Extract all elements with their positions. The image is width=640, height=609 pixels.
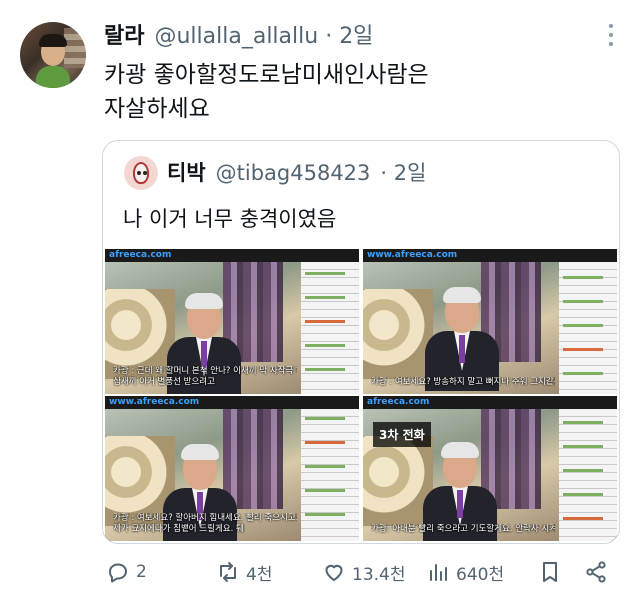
streamer-figure (425, 287, 499, 391)
stream-logo: www.afreeca.com (367, 250, 458, 260)
caption-line: 카광: 아내분 빨리 죽으라고 기도할게요. 안락사 시켜 드릴까요? (371, 524, 555, 534)
tweet-text-line: 카광 좋아할정도로남미새인사람은 (104, 62, 429, 88)
stream-logo: afreeca.com (367, 397, 430, 407)
subtitle-caption: 카광: 아내분 빨리 죽으라고 기도할게요. 안락사 시켜 드릴까요? (371, 524, 555, 535)
caption-line: 카광 : 여보세요? 방송하지 말고 뻐지나 주워 그지같은 새끼야 충갈은 새… (371, 377, 555, 387)
author-handle-text: @ullalla_allallu (154, 24, 319, 49)
quoted-author-handle: @tibag458423 (215, 161, 371, 185)
avatar-shirt (36, 66, 70, 88)
bookmark-icon (543, 562, 557, 582)
repost-count: 4천 (246, 564, 273, 585)
reply-button[interactable]: 2 (106, 554, 147, 590)
chat-panel (301, 262, 359, 394)
reply-icon (109, 563, 127, 583)
subtitle-caption: 카광 : 여보세요? 방송하지 말고 뻐지나 주워 그지같은 새끼야 충갈은 새… (371, 377, 555, 388)
like-button[interactable]: 13.4천 (322, 554, 406, 590)
more-icon[interactable] (606, 24, 616, 46)
like-icon (325, 564, 343, 581)
streamer-figure (423, 442, 497, 541)
action-bar: 2 4천 13.4천 640천 (100, 554, 620, 590)
caption-line: 십새끼 이거 별풍선 받으려고 (113, 377, 215, 387)
author-avatar[interactable] (20, 22, 86, 88)
tweet-time[interactable]: · 2일 (325, 24, 373, 49)
quoted-time: · 2일 (380, 161, 427, 185)
quoted-header: 티박 @tibag458423 · 2일 (167, 157, 426, 187)
call-badge: 3차 전화 (373, 422, 431, 447)
tweet-text: 카광 좋아할정도로남미새인사람은 자살하세요 (104, 58, 604, 126)
quoted-author-name: 티박 (167, 161, 206, 185)
quoted-tweet[interactable]: 티박 @tibag458423 · 2일 나 이거 너무 충격이였음 afree… (102, 140, 620, 544)
tweet-text-line: 자살하세요 (104, 96, 210, 122)
avatar-background (64, 28, 86, 68)
views-icon (430, 564, 447, 581)
tweet-header: 랄라 @ullalla_allallu · 2일 (104, 18, 600, 52)
bookmark-button[interactable] (538, 554, 562, 590)
stream-logo: www.afreeca.com (109, 397, 200, 407)
like-count: 13.4천 (352, 564, 406, 585)
views-button[interactable]: 640천 (426, 554, 504, 590)
media-image[interactable]: www.afreeca.com 카광 : 여보세요? 할아버지 힘내세요. 빨리… (105, 396, 359, 541)
caption-line: 카광 : 근데 왜 할머니 본척 안나? 이새끼 막 자작극 하는거 아냐? (113, 366, 297, 376)
stream-logo: afreeca.com (109, 250, 172, 260)
stream-bar: www.afreeca.com (105, 396, 359, 409)
share-button[interactable] (584, 554, 608, 590)
media-image[interactable]: afreeca.com 3차 전화 카광: 아내분 빨리 죽으라고 기도할게요.… (363, 396, 617, 541)
views-count: 640천 (456, 564, 505, 585)
stream-bar: www.afreeca.com (363, 249, 617, 262)
avatar-eye (137, 171, 141, 175)
media-image[interactable]: afreeca.com 카광 : 근데 왜 할머니 본척 안나? 이새끼 막 자… (105, 249, 359, 394)
repost-button[interactable]: 4천 (216, 554, 272, 590)
stream-bar: afreeca.com (363, 396, 617, 409)
author-handle[interactable]: @ullalla_allallu · 2일 (154, 18, 373, 50)
caption-line: 제가 묘지에다가 침뱉어 드릴게요. 퉤 (113, 524, 244, 534)
share-icon (586, 561, 606, 583)
subtitle-caption: 카광 : 근데 왜 할머니 본척 안나? 이새끼 막 자작극 하는거 아냐? 십… (113, 366, 297, 388)
subtitle-caption: 카광 : 여보세요? 할아버지 힘내세요. 빨리 죽으시고요. 제가 묘지에다가… (113, 513, 297, 535)
scene-blanket (363, 289, 433, 379)
chat-panel (301, 409, 359, 541)
repost-icon (220, 562, 236, 582)
chat-panel (559, 262, 617, 394)
quoted-author-avatar[interactable] (124, 156, 158, 190)
reply-count: 2 (136, 562, 147, 582)
avatar-hair (39, 34, 67, 47)
quoted-text: 나 이거 너무 충격이였음 (123, 207, 337, 231)
stream-bar: afreeca.com (105, 249, 359, 262)
media-grid: afreeca.com 카광 : 근데 왜 할머니 본척 안나? 이새끼 막 자… (105, 249, 619, 541)
caption-line: 카광 : 여보세요? 할아버지 힘내세요. 빨리 죽으시고요. (113, 513, 297, 523)
avatar-eye (143, 171, 147, 175)
media-image[interactable]: www.afreeca.com 카광 : 여보세요? 방송하지 말고 뻐지나 주… (363, 249, 617, 394)
author-name[interactable]: 랄라 (104, 18, 144, 50)
chat-panel (559, 409, 617, 541)
